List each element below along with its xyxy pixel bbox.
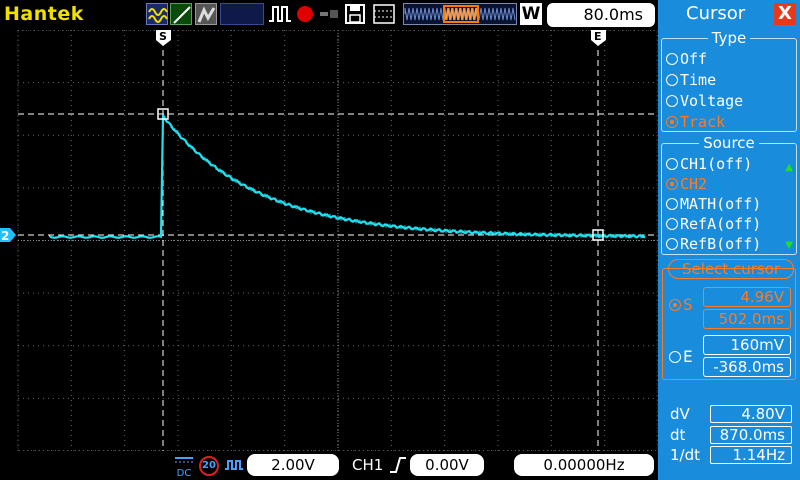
ch2-trace-noise <box>162 115 646 239</box>
record-icon[interactable] <box>294 3 316 25</box>
coupling-label: DC <box>176 468 192 479</box>
brand-logo: Hantek <box>4 3 84 25</box>
radio-selected-icon <box>669 299 681 311</box>
radio-icon <box>666 238 678 250</box>
cursor-s-voltage: 4.96V <box>703 287 791 307</box>
radio-icon <box>666 95 678 107</box>
type-group-title: Type <box>707 29 751 47</box>
dt-value: 870.0ms <box>710 426 792 444</box>
type-option-voltage[interactable]: Voltage <box>666 91 743 111</box>
radio-icon <box>669 351 681 363</box>
scroll-down-icon[interactable]: ▼ <box>785 240 793 251</box>
waveform-display[interactable]: 2 S E <box>0 29 659 452</box>
cursor-e-radio[interactable]: E <box>669 347 693 366</box>
type-option-time[interactable]: Time <box>666 70 716 90</box>
source-option-ch2[interactable]: CH2 <box>666 174 707 194</box>
type-option-off[interactable]: Off <box>666 49 707 69</box>
grid-icon[interactable] <box>373 3 395 25</box>
scroll-up-icon[interactable]: ▲ <box>785 162 793 173</box>
measurement-block: dV 4.80V dt 870.0ms 1/dt 1.14Hz <box>658 402 800 468</box>
graticule: 2 S E <box>0 29 659 452</box>
radio-icon <box>666 74 678 86</box>
cursor-e-voltage: 160mV <box>703 335 791 355</box>
memory-overview-strip[interactable] <box>403 3 517 25</box>
recall-icon[interactable] <box>318 3 340 25</box>
coupling-indicator[interactable]: DC <box>173 455 195 479</box>
trigger-source-label[interactable]: CH1 <box>352 456 383 474</box>
type-option-track[interactable]: Track <box>666 112 725 132</box>
inv-dt-value: 1.14Hz <box>710 446 792 464</box>
dt-label: dt <box>670 426 686 444</box>
radio-icon <box>666 198 678 210</box>
timebase-readout[interactable]: 80.0ms <box>547 3 655 27</box>
status-indicator-blank <box>220 3 264 25</box>
trigger-level-readout[interactable]: 0.00V <box>410 454 484 476</box>
pulse-trigger-icon[interactable] <box>268 3 292 25</box>
source-group: Source CH1(off) CH2 MATH(off) RefA(off) … <box>661 134 797 255</box>
radio-icon <box>666 158 678 170</box>
radio-selected-icon <box>666 178 678 190</box>
type-group: Type Off Time Voltage Track <box>661 29 797 132</box>
cursor-s-time: 502.0ms <box>703 309 791 329</box>
dv-value: 4.80V <box>710 405 792 423</box>
source-option-math[interactable]: MATH(off) <box>666 194 761 214</box>
radio-selected-icon <box>666 116 678 128</box>
source-option-ch1[interactable]: CH1(off) <box>666 154 752 174</box>
cursor-e-time: -368.0ms <box>703 357 791 377</box>
ramp-icon[interactable] <box>170 3 192 25</box>
persistence-icon[interactable] <box>195 3 217 25</box>
select-cursor-group: S 4.96V 502.0ms E 160mV -368.0ms <box>662 268 796 380</box>
radio-icon <box>666 53 678 65</box>
rising-edge-icon[interactable] <box>389 454 407 480</box>
source-option-refb[interactable]: RefB(off) <box>666 234 761 254</box>
cursor-s-label: S <box>159 30 167 43</box>
bandwidth-limit-badge[interactable]: 20 <box>199 456 219 476</box>
dv-label: dV <box>670 405 690 423</box>
ch2-trace <box>48 114 646 239</box>
inv-dt-label: 1/dt <box>670 446 700 464</box>
ch2-marker-label: 2 <box>1 229 9 243</box>
top-status-bar: Hantek W 80.0ms <box>0 0 658 30</box>
close-button[interactable]: X <box>774 3 796 25</box>
memory-view-window[interactable] <box>443 5 479 23</box>
radio-icon <box>666 218 678 230</box>
probe-icon[interactable] <box>223 455 245 477</box>
volts-per-div-readout[interactable]: 2.00V <box>247 454 339 476</box>
bottom-status-bar: DC 20 2.00V CH1 0.00V 0.00000Hz <box>0 451 658 480</box>
cursor-s-radio[interactable]: S <box>669 295 693 314</box>
frequency-readout: 0.00000Hz <box>514 454 654 476</box>
save-icon[interactable] <box>345 3 365 25</box>
source-option-refa[interactable]: RefA(off) <box>666 214 761 234</box>
acquisition-mode-badge[interactable]: W <box>520 3 542 25</box>
cursor-e-label: E <box>594 30 602 43</box>
source-group-title: Source <box>699 134 759 152</box>
waveform-icon[interactable] <box>146 3 168 25</box>
